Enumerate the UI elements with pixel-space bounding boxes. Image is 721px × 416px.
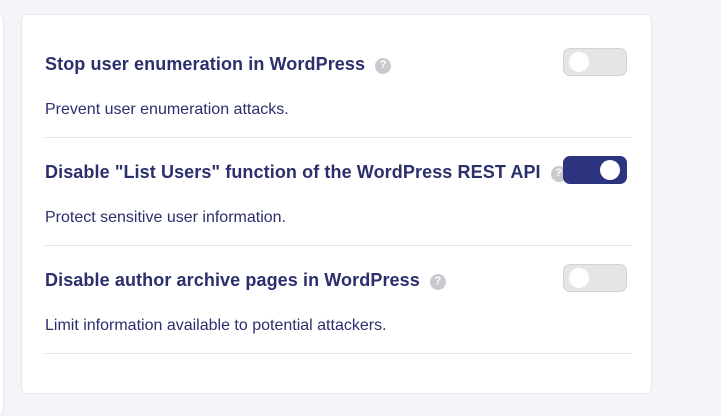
divider [45,245,632,246]
setting-stop-user-enumeration: Stop user enumeration in WordPress ? [45,49,632,79]
setting-title: Disable "List Users" function of the Wor… [45,161,541,182]
toggle-knob [569,268,589,288]
divider [45,353,632,354]
setting-description: Prevent user enumeration attacks. [45,101,289,118]
toggle-disable-list-users[interactable] [563,156,627,184]
toggle-knob [569,52,589,72]
toggle-knob [600,160,620,180]
setting-description: Limit information available to potential… [45,317,387,334]
settings-card: Stop user enumeration in WordPress ? Pre… [21,14,652,394]
setting-title: Stop user enumeration in WordPress [45,53,366,74]
setting-disable-author-archive: Disable author archive pages in WordPres… [45,265,632,295]
setting-description: Protect sensitive user information. [45,209,286,226]
setting-disable-list-users: Disable "List Users" function of the Wor… [45,157,632,187]
left-panel-edge [0,14,4,416]
divider [45,137,632,138]
help-icon[interactable]: ? [375,57,392,74]
toggle-stop-user-enumeration[interactable] [563,48,627,76]
toggle-disable-author-archive[interactable] [563,264,627,292]
setting-title: Disable author archive pages in WordPres… [45,269,420,290]
help-icon[interactable]: ? [429,273,446,290]
